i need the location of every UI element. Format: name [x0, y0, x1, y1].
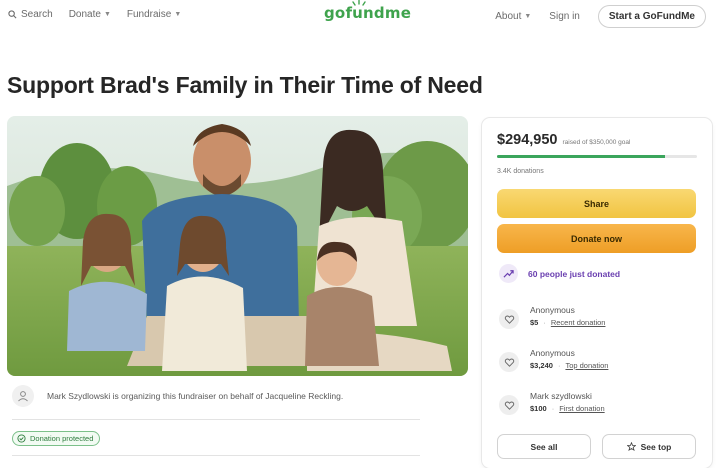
donor-tag-link[interactable]: Top donation — [565, 361, 608, 370]
donation-card: $294,950 raised of $350,000 goal 3.4K do… — [482, 118, 712, 468]
donor-meta: $5 · Recent donation — [530, 318, 605, 327]
fundraise-menu-label: Fundraise — [126, 9, 172, 20]
organizer-text: Mark Szydlowski is organizing this fundr… — [47, 391, 344, 401]
donor-name: Anonymous — [530, 305, 575, 315]
nav-left: Search Donate ▼ Fundraise ▼ — [8, 9, 197, 20]
donate-menu-label: Donate — [68, 9, 101, 20]
see-top-label: See top — [640, 441, 672, 452]
search-link[interactable]: Search — [8, 9, 53, 20]
donor-amount: $100 — [530, 404, 547, 413]
amount-raised: $294,950 — [497, 132, 558, 148]
donor-meta: $100 · First donation — [530, 404, 605, 413]
chevron-down-icon: ▼ — [524, 13, 532, 20]
just-donated-text: 60 people just donated — [528, 268, 621, 279]
trending-up-icon — [499, 264, 518, 283]
share-button[interactable]: Share — [497, 189, 696, 218]
donation-heart-icon — [499, 395, 519, 415]
donor-tag-link[interactable]: Recent donation — [551, 318, 606, 327]
recent-activity: 60 people just donated — [499, 264, 620, 283]
sign-in-link[interactable]: Sign in — [549, 11, 580, 22]
donation-heart-icon — [499, 352, 519, 372]
donor-amount: $5 — [530, 318, 539, 327]
raised-summary: $294,950 raised of $350,000 goal — [497, 132, 630, 148]
see-top-button[interactable]: See top — [602, 434, 696, 459]
star-icon — [626, 442, 636, 451]
see-all-button[interactable]: See all — [497, 434, 591, 459]
donate-menu[interactable]: Donate ▼ — [69, 9, 111, 20]
donation-protected-label: Donation protected — [30, 434, 94, 443]
family-photo-illustration — [7, 116, 468, 376]
divider — [12, 419, 420, 420]
donation-heart-icon — [499, 309, 519, 329]
user-avatar-icon — [12, 385, 34, 407]
separator-dot: · — [557, 361, 561, 370]
separator-dot: · — [543, 318, 546, 327]
separator-dot: · — [551, 404, 555, 413]
progress-bar — [497, 155, 697, 158]
goal-text: raised of $350,000 goal — [562, 139, 631, 146]
page-title: Support Brad's Family in Their Time of N… — [7, 72, 483, 98]
about-menu-label: About — [495, 11, 522, 22]
donor-name: Mark szydlowski — [530, 391, 592, 401]
donation-protected-badge[interactable]: Donation protected — [12, 431, 101, 446]
donations-count: 3.4K donations — [497, 168, 544, 175]
donor-item: Anonymous $3,240 · Top donation — [499, 348, 608, 372]
gofundme-logo[interactable]: gofundme — [324, 4, 411, 22]
top-nav: Search Donate ▼ Fundraise ▼ gofundme About… — [0, 0, 720, 34]
donor-name: Anonymous — [530, 348, 575, 358]
donate-now-button[interactable]: Donate now — [497, 224, 696, 253]
shield-check-icon — [17, 434, 26, 443]
donor-tag-link[interactable]: First donation — [559, 404, 604, 413]
nav-right: About ▼ Sign in Start a GoFundMe — [495, 5, 706, 28]
about-menu[interactable]: About ▼ — [495, 11, 531, 22]
start-gofundme-button[interactable]: Start a GoFundMe — [597, 5, 706, 28]
search-label: Search — [21, 9, 53, 20]
divider — [12, 455, 420, 456]
fundraise-menu[interactable]: Fundraise ▼ — [127, 9, 181, 20]
donor-item: Anonymous $5 · Recent donation — [499, 305, 605, 329]
donor-amount: $3,240 — [530, 361, 553, 370]
donor-item: Mark szydlowski $100 · First donation — [499, 391, 605, 415]
chevron-down-icon: ▼ — [103, 11, 111, 18]
campaign-photo — [7, 116, 468, 376]
progress-fill — [497, 155, 665, 158]
donor-meta: $3,240 · Top donation — [530, 361, 608, 370]
search-icon — [8, 10, 17, 19]
organizer-row: Mark Szydlowski is organizing this fundr… — [12, 385, 343, 407]
chevron-down-icon: ▼ — [174, 11, 182, 18]
